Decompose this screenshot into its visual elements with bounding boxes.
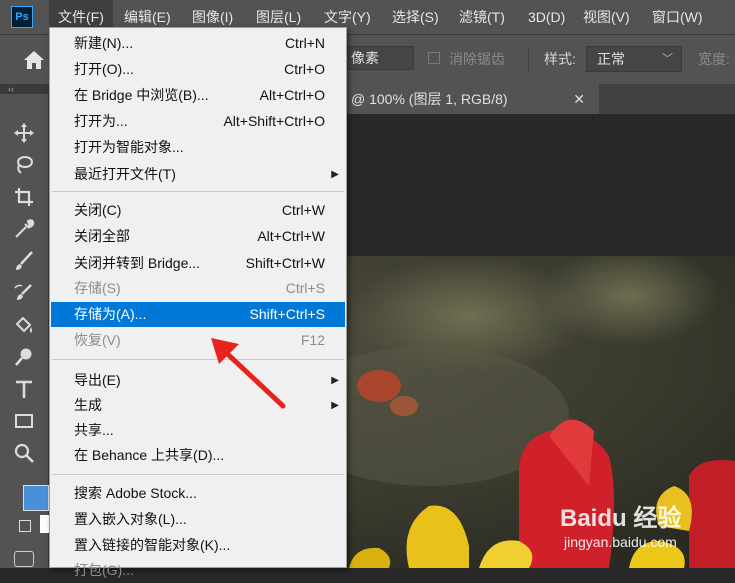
menu-3d[interactable]: 3D(D) bbox=[519, 0, 574, 34]
rectangle-tool-icon[interactable] bbox=[10, 409, 38, 433]
menu-item-close-all[interactable]: 关闭全部 Alt+Ctrl+W bbox=[51, 224, 345, 249]
close-icon[interactable]: ✕ bbox=[573, 84, 585, 114]
style-select-value: 正常 bbox=[597, 51, 625, 67]
menu-select[interactable]: 选择(S) bbox=[383, 0, 448, 34]
menu-item-place-linked[interactable]: 置入链接的智能对象(K)... bbox=[51, 533, 345, 558]
antialias-label: 消除锯齿 bbox=[449, 51, 505, 67]
menu-item-search-stock[interactable]: 搜索 Adobe Stock... bbox=[51, 481, 345, 506]
style-select[interactable]: 正常 ﹀ bbox=[586, 46, 682, 72]
menu-item-revert: 恢复(V) F12 bbox=[74, 332, 325, 348]
menu-filter[interactable]: 滤镜(T) bbox=[450, 0, 514, 34]
style-label: 样式: bbox=[544, 51, 576, 67]
antialias-checkbox[interactable] bbox=[428, 52, 440, 64]
dodge-tool-icon[interactable] bbox=[10, 345, 38, 369]
submenu-arrow-icon: ▶ bbox=[331, 375, 339, 386]
menu-item-browse-bridge[interactable]: 在 Bridge 中浏览(B)... Alt+Ctrl+O bbox=[51, 83, 345, 108]
baidu-logo: Baidu 经验 bbox=[560, 505, 682, 532]
document-tab-title: @ 100% (图层 1, RGB/8) bbox=[351, 91, 508, 107]
menu-item-place-embedded[interactable]: 置入嵌入对象(L)... bbox=[51, 507, 345, 532]
zoom-tool-icon[interactable] bbox=[10, 441, 38, 465]
crop-tool-icon[interactable] bbox=[10, 185, 38, 209]
document-tab[interactable]: @ 100% (图层 1, RGB/8) ✕ bbox=[345, 84, 599, 114]
baidu-watermark: Baidu 经验 jingyan.baidu.com bbox=[560, 490, 735, 568]
menu-view[interactable]: 视图(V) bbox=[574, 0, 639, 34]
menu-divider bbox=[52, 474, 344, 475]
tools-panel bbox=[0, 94, 54, 568]
annotation-arrow-icon bbox=[211, 338, 286, 409]
paint-bucket-tool-icon[interactable] bbox=[10, 313, 38, 337]
divider bbox=[528, 47, 529, 73]
menu-item-close-go-bridge[interactable]: 关闭并转到 Bridge... Shift+Ctrl+W bbox=[51, 251, 345, 276]
submenu-arrow-icon: ▶ bbox=[331, 400, 339, 411]
quick-mask-icon[interactable] bbox=[14, 551, 34, 567]
menu-item-share[interactable]: 共享... bbox=[51, 418, 345, 443]
width-label: 宽度: bbox=[698, 51, 730, 67]
home-icon[interactable] bbox=[22, 49, 46, 71]
foreground-color-swatch[interactable] bbox=[23, 485, 49, 511]
menu-item-new[interactable]: 新建(N)... Ctrl+N bbox=[51, 31, 345, 56]
eyedropper-tool-icon[interactable] bbox=[10, 217, 38, 241]
menu-item-recent-files[interactable]: 最近打开文件(T) ▶ bbox=[51, 162, 345, 187]
menu-item-save: 存储(S) Ctrl+S bbox=[74, 280, 325, 296]
history-brush-tool-icon[interactable] bbox=[10, 281, 38, 305]
feather-unit-field[interactable]: 像素 bbox=[340, 46, 414, 70]
file-menu: 新建(N)... Ctrl+N 打开(O)... Ctrl+O 在 Bridge 中… bbox=[49, 27, 347, 578]
lasso-tool-icon[interactable] bbox=[10, 153, 38, 177]
menu-item-package: 打包(G)... bbox=[74, 562, 134, 578]
default-colors-icon[interactable] bbox=[19, 520, 31, 532]
watermark-url: jingyan.baidu.com bbox=[564, 534, 677, 550]
menu-item-export[interactable]: 导出(E) ▶ bbox=[51, 368, 345, 393]
menu-item-open[interactable]: 打开(O)... Ctrl+O bbox=[51, 57, 345, 82]
toolbar-collapse-button[interactable]: ‹‹ bbox=[0, 84, 50, 94]
type-tool-icon[interactable] bbox=[10, 377, 38, 401]
menu-window[interactable]: 窗口(W) bbox=[643, 0, 712, 34]
submenu-arrow-icon: ▶ bbox=[331, 169, 339, 180]
menu-divider bbox=[52, 359, 344, 360]
photoshop-logo: Ps bbox=[11, 6, 33, 28]
menu-item-close[interactable]: 关闭(C) Ctrl+W bbox=[51, 198, 345, 223]
menu-item-generate[interactable]: 生成 ▶ bbox=[51, 393, 345, 418]
brush-tool-icon[interactable] bbox=[10, 249, 38, 273]
menu-item-open-smart-object[interactable]: 打开为智能对象... bbox=[51, 135, 345, 160]
menu-item-save-as[interactable]: 存储为(A)... Shift+Ctrl+S bbox=[51, 302, 345, 327]
move-tool-icon[interactable] bbox=[10, 121, 38, 145]
menu-item-share-behance[interactable]: 在 Behance 上共享(D)... bbox=[51, 443, 345, 468]
menu-divider bbox=[52, 191, 344, 192]
chevron-down-icon: ﹀ bbox=[662, 53, 673, 65]
menu-item-open-as[interactable]: 打开为... Alt+Shift+Ctrl+O bbox=[51, 109, 345, 134]
